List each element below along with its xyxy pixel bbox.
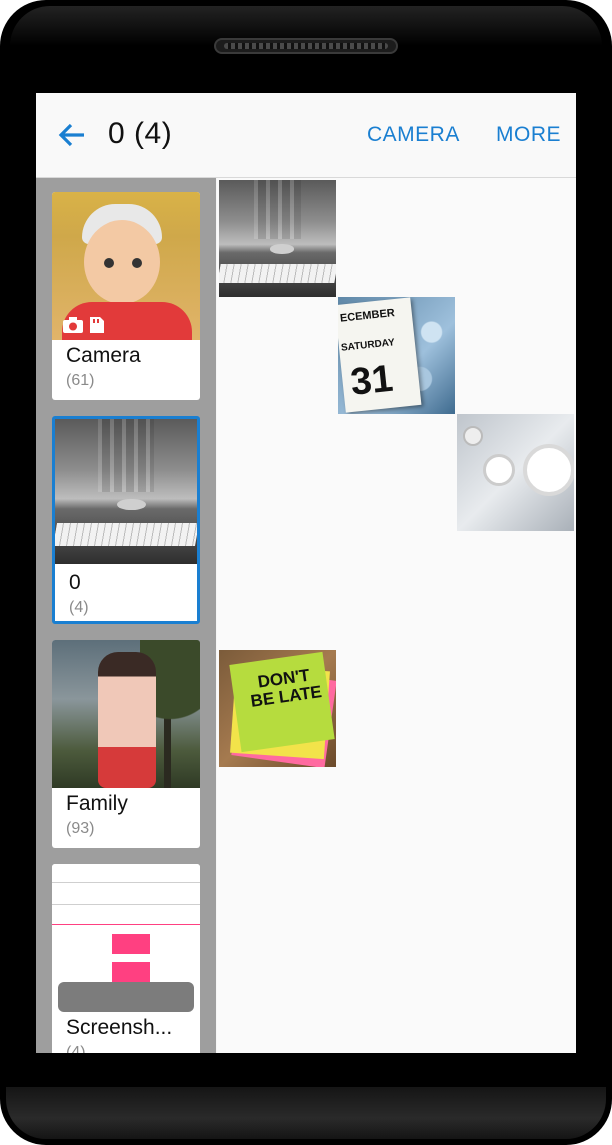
app-bar: 0 (4) CAMERA MORE: [36, 93, 576, 178]
album-name: Camera: [66, 344, 141, 367]
album-count: (4): [69, 599, 89, 616]
phone-bottom-bezel: [6, 1087, 606, 1139]
album-thumbnail: [52, 864, 200, 1012]
album-name: 0: [69, 571, 81, 594]
calendar-month-text: ECEMBER: [339, 307, 396, 325]
calendar-day-text: SATURDAY: [340, 337, 396, 354]
photo-thumbnail[interactable]: [457, 414, 574, 531]
album-count: (61): [66, 372, 95, 389]
photo-thumbnail[interactable]: [219, 180, 336, 297]
album-list[interactable]: Camera (61) 0 (4) Family (93) Screensh..…: [36, 178, 216, 1053]
album-camera[interactable]: Camera (61): [52, 192, 200, 400]
photo-thumbnail[interactable]: DON'T BE LATE: [219, 650, 336, 767]
back-arrow-icon[interactable]: [56, 119, 88, 151]
album-name: Family: [66, 792, 128, 815]
photo-thumbnail[interactable]: ECEMBER SATURDAY 31: [338, 297, 455, 414]
album-thumbnail: [55, 419, 197, 564]
photo-grid: ECEMBER SATURDAY 31 DON'T BE LATE: [217, 178, 576, 1053]
more-button[interactable]: MORE: [496, 123, 561, 147]
album-thumbnail: [52, 640, 200, 788]
album-family[interactable]: Family (93): [52, 640, 200, 848]
camera-button[interactable]: CAMERA: [367, 123, 460, 147]
screen: 0 (4) CAMERA MORE Camera (61) 0 (4) Fami…: [36, 93, 576, 1053]
calendar-date-text: 31: [348, 357, 396, 404]
album-0[interactable]: 0 (4): [52, 416, 200, 624]
album-thumbnail: [52, 192, 200, 340]
album-count: (4): [66, 1044, 86, 1053]
camera-sdcard-icon: [62, 316, 106, 339]
page-title: 0 (4): [108, 117, 173, 150]
phone-frame: 0 (4) CAMERA MORE Camera (61) 0 (4) Fami…: [0, 0, 612, 1145]
album-count: (93): [66, 820, 95, 837]
album-name: Screensh...: [66, 1016, 173, 1039]
album-screenshots[interactable]: Screensh... (4): [52, 864, 200, 1053]
speaker-grille: [214, 38, 398, 54]
